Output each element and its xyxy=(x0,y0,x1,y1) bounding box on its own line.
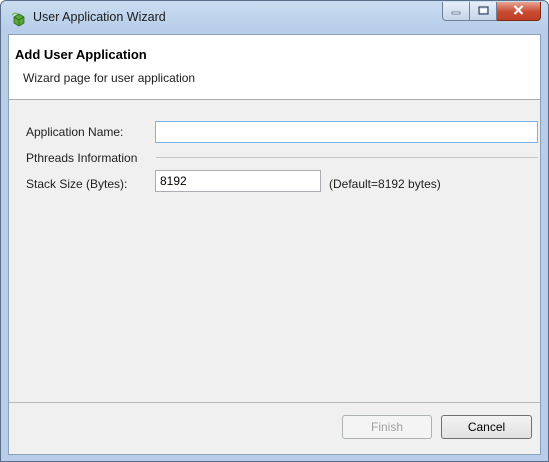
finish-button[interactable]: Finish xyxy=(342,415,432,439)
close-icon xyxy=(513,4,524,18)
minimize-icon xyxy=(451,4,461,18)
page-title: Add User Application xyxy=(15,47,147,62)
maximize-button[interactable] xyxy=(470,2,497,21)
cancel-button[interactable]: Cancel xyxy=(441,415,532,439)
minimize-button[interactable] xyxy=(442,2,470,21)
pthreads-section-label: Pthreads Information xyxy=(26,151,138,165)
stack-size-label: Stack Size (Bytes): xyxy=(26,177,128,191)
title-bar[interactable]: User Application Wizard xyxy=(1,1,548,35)
page-description: Wizard page for user application xyxy=(23,71,196,85)
stack-size-input[interactable] xyxy=(155,170,321,192)
wizard-window: User Application Wizard Add User Applica… xyxy=(0,0,549,462)
application-name-label: Application Name: xyxy=(26,125,124,139)
app-icon xyxy=(11,11,27,27)
section-divider xyxy=(156,157,538,158)
wizard-header: Add User Application Wizard page for use… xyxy=(9,35,540,100)
application-name-input[interactable] xyxy=(155,121,538,143)
close-button[interactable] xyxy=(497,2,541,21)
stack-size-default-hint: (Default=8192 bytes) xyxy=(329,177,441,191)
window-title: User Application Wizard xyxy=(33,10,166,24)
maximize-icon xyxy=(477,4,489,18)
wizard-body: Add User Application Wizard page for use… xyxy=(8,34,541,455)
footer-divider xyxy=(9,402,540,403)
